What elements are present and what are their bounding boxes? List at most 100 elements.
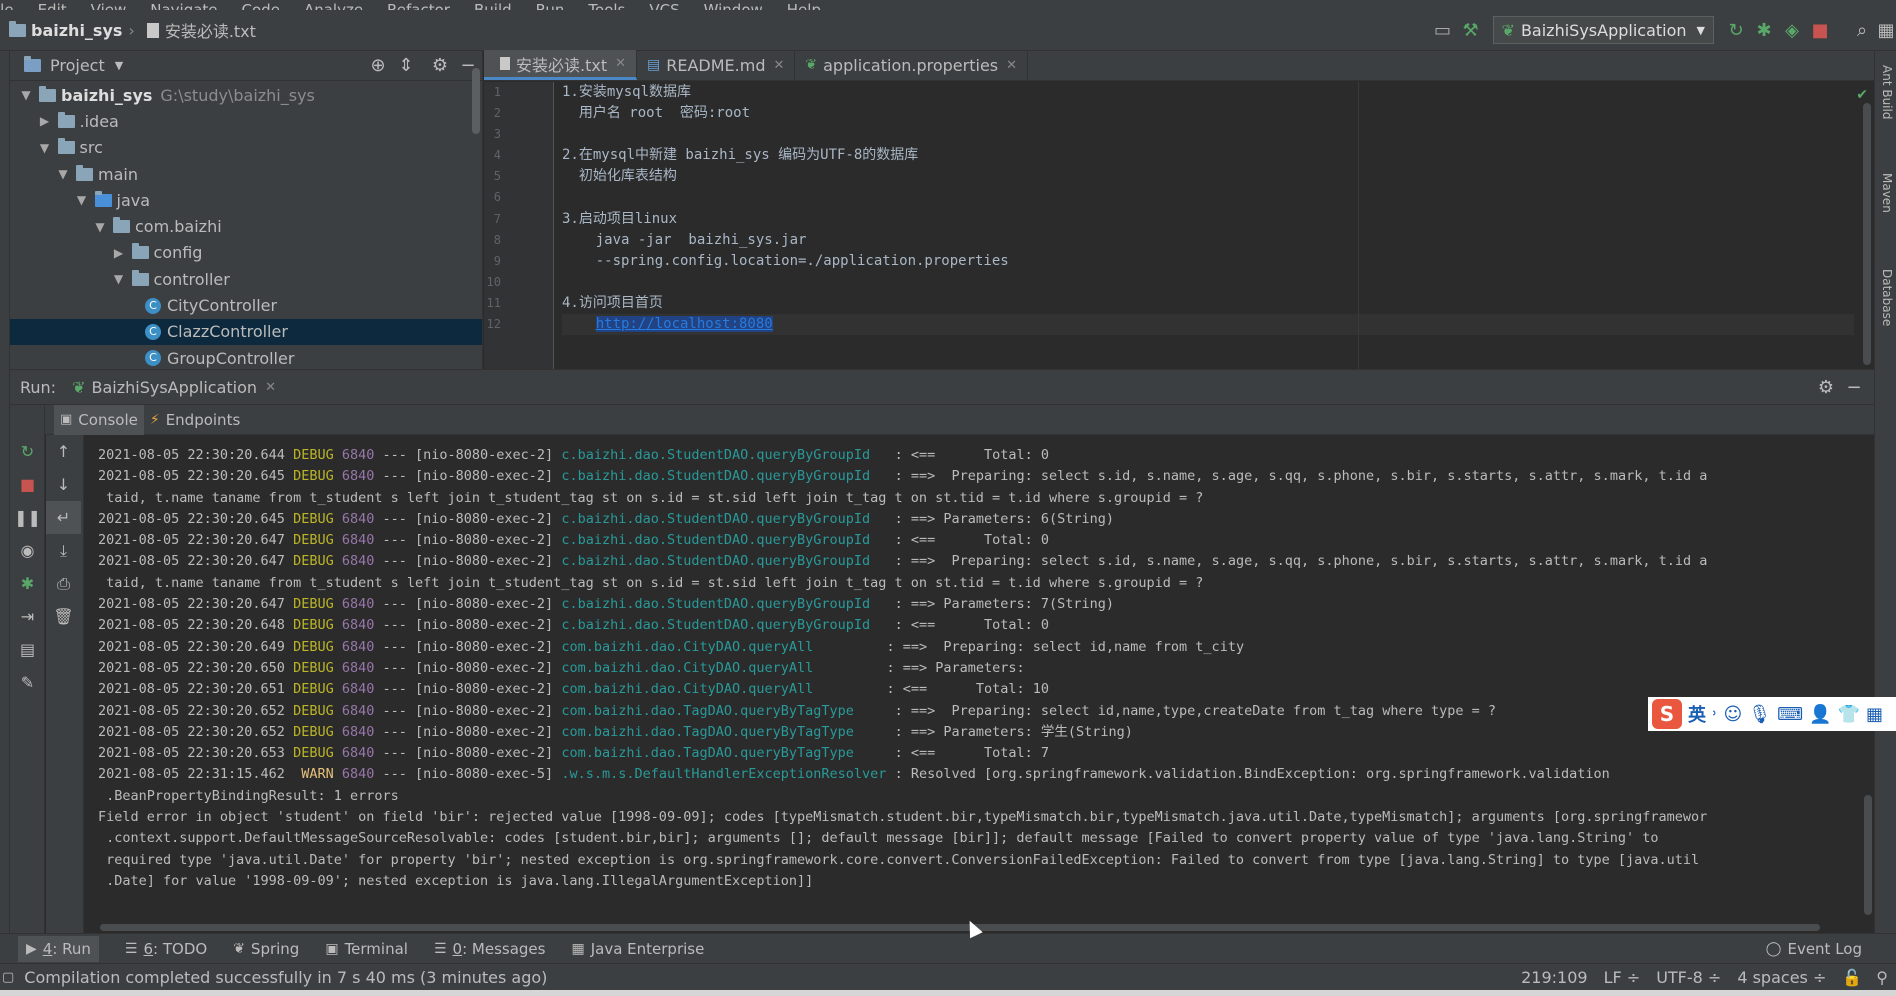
chevron-down-icon[interactable]: ▼ <box>92 220 108 234</box>
database-tool-button[interactable]: Database <box>1880 269 1894 326</box>
emoji-icon[interactable]: ☺ <box>1724 704 1743 725</box>
bottom-tab[interactable]: ☰ 0: Messages <box>434 940 546 958</box>
status-toggle-icon[interactable]: ▢ <box>2 970 14 985</box>
lock-icon[interactable]: 🔓 <box>1842 968 1862 987</box>
user-icon[interactable]: 👤 <box>1809 704 1831 725</box>
console-vertical-scrollbar[interactable] <box>1864 795 1872 915</box>
menu-item[interactable]: Navigate <box>150 1 217 10</box>
code-line[interactable]: 2.在mysql中新建 baizhi_sys 编码为UTF-8的数据库 <box>562 145 1854 166</box>
bottom-tab[interactable]: ☰ 6: TODO <box>125 940 207 958</box>
tree-item[interactable]: ▶ config <box>10 240 482 266</box>
bottom-tab[interactable]: ❦ Spring <box>233 940 299 958</box>
code-line[interactable]: 初始化库表结构 <box>562 166 1854 187</box>
arrow-down-icon[interactable]: ↓ <box>46 468 81 501</box>
menu-item[interactable]: Window <box>704 1 763 10</box>
menu-item[interactable]: Tools <box>588 1 625 10</box>
debug-icon[interactable]: ✱ <box>1750 16 1778 44</box>
punctuation-icon[interactable]: ˒ <box>1712 704 1718 725</box>
chevron-right-icon[interactable]: ▶ <box>37 114 53 128</box>
locate-file-icon[interactable]: ⊕ <box>364 52 392 80</box>
keyboard-icon[interactable]: ⌨ <box>1777 704 1803 725</box>
exit-icon[interactable]: ⇥ <box>10 600 45 633</box>
tab-readme-md[interactable]: ▤ README.md ✕ <box>637 50 796 80</box>
collapse-all-icon[interactable]: ⇕ <box>392 52 420 80</box>
chevron-down-icon[interactable]: ▼ <box>55 167 71 181</box>
code-line[interactable]: 用户名 root 密码:root <box>562 103 1854 124</box>
menu-item[interactable]: Build <box>474 1 512 10</box>
search-icon[interactable]: ⌕ <box>1848 16 1876 44</box>
chevron-down-icon[interactable]: ▼ <box>115 59 123 72</box>
menu-item[interactable]: Help <box>787 1 821 10</box>
menu-item[interactable]: Edit <box>38 1 67 10</box>
menu-item[interactable]: VCS <box>649 1 679 10</box>
chevron-down-icon[interactable]: ▼ <box>18 88 34 102</box>
chevron-down-icon[interactable]: ▼ <box>111 272 127 286</box>
code-area[interactable]: 1.安装mysql数据库 用户名 root 密码:root 2.在mysql中新建… <box>562 82 1854 369</box>
arrow-up-icon[interactable]: ↑ <box>46 435 81 468</box>
breadcrumb-project[interactable]: baizhi_sys <box>31 21 122 40</box>
tree-item[interactable]: ▶ .idea <box>10 108 482 134</box>
ime-logo[interactable]: S <box>1652 699 1682 729</box>
project-panel-title[interactable]: Project <box>50 56 105 75</box>
bottom-tab[interactable]: ▶ 4: Run <box>18 935 99 962</box>
microphone-icon[interactable]: 🎙 <box>1748 704 1771 725</box>
ant-build-tool-button[interactable]: Ant Build <box>1880 65 1894 119</box>
code-line[interactable] <box>562 187 1854 208</box>
code-line[interactable]: 4.访问项目首页 <box>562 293 1854 314</box>
rerun-icon[interactable]: ↻ <box>1722 16 1750 44</box>
maven-tool-button[interactable]: Maven <box>1880 173 1894 213</box>
menu-item[interactable]: Run <box>536 1 565 10</box>
tree-item[interactable]: ▼ src <box>10 135 482 161</box>
tree-scrollbar[interactable] <box>472 68 480 134</box>
event-log-button[interactable]: ◯ Event Log <box>1766 940 1862 958</box>
chevron-right-icon[interactable]: ▶ <box>111 246 127 260</box>
console-output[interactable]: 2021-08-05 22:30:20.644 DEBUG 6840 --- [… <box>85 435 1874 921</box>
gear-icon[interactable]: ⚙ <box>426 52 454 80</box>
code-link[interactable]: http://localhost:8080 <box>595 316 773 333</box>
chevron-down-icon[interactable]: ▼ <box>37 141 53 155</box>
scroll-to-end-icon[interactable]: ⤓ <box>46 534 81 567</box>
minimize-icon[interactable]: − <box>1840 373 1868 401</box>
stop-icon[interactable]: ■ <box>1806 16 1834 44</box>
pin-icon[interactable]: ✎ <box>10 666 45 699</box>
camera-icon[interactable]: ◉ <box>10 534 45 567</box>
tree-item[interactable]: C ClazzController <box>10 318 482 345</box>
print-icon[interactable]: ⎙ <box>46 567 81 600</box>
rerun-icon[interactable]: ↻ <box>10 435 45 468</box>
debug-icon[interactable]: ✱ <box>10 567 45 600</box>
tree-item[interactable]: ▼ controller <box>10 266 482 292</box>
stop-icon[interactable]: ■ <box>10 468 45 501</box>
soft-wrap-icon[interactable]: ↵ <box>46 501 81 534</box>
tree-item[interactable]: C CityController <box>10 292 482 318</box>
close-icon[interactable]: ✕ <box>773 58 784 73</box>
layout-icon[interactable]: ▤ <box>10 633 45 666</box>
skin-icon[interactable]: 👕 <box>1838 704 1860 725</box>
menu-item[interactable]: Refactor <box>387 1 450 10</box>
pause-icon[interactable]: ❚❚ <box>10 501 45 534</box>
bottom-tab[interactable]: ▣ Terminal <box>325 940 408 958</box>
tab-install-readme-txt[interactable]: 安装必读.txt ✕ <box>484 50 638 80</box>
status-message[interactable]: Compilation completed successfully in 7 … <box>24 968 547 987</box>
file-encoding[interactable]: UTF-8 ÷ <box>1656 968 1721 987</box>
code-line[interactable]: java -jar baizhi_sys.jar <box>562 230 1854 251</box>
ide-update-icon[interactable]: ▦ <box>1876 16 1896 44</box>
trash-icon[interactable]: 🗑 <box>46 600 81 633</box>
console-tab[interactable]: ▣ Console <box>54 404 144 435</box>
gear-icon[interactable]: ⚙ <box>1812 373 1840 401</box>
chevron-down-icon[interactable]: ▼ <box>74 193 90 207</box>
ime-mode-label[interactable]: 英 <box>1688 701 1706 727</box>
memory-indicator-icon[interactable]: ⚲ <box>1876 968 1888 987</box>
caret-position[interactable]: 219:109 <box>1521 968 1587 987</box>
menu-item[interactable]: View <box>91 1 127 10</box>
tree-item[interactable]: C GroupController <box>10 345 482 371</box>
code-line[interactable] <box>562 124 1854 145</box>
indent-setting[interactable]: 4 spaces ÷ <box>1737 968 1826 987</box>
ime-toolbar[interactable]: S 英 ˒ ☺ 🎙 ⌨ 👤 👕 ▦ <box>1648 697 1896 731</box>
tree-item[interactable]: ▼ java <box>10 187 482 213</box>
code-line[interactable]: --spring.config.location=./application.p… <box>562 251 1854 272</box>
code-line[interactable]: 3.启动项目linux <box>562 209 1854 230</box>
menu-item[interactable]: ile <box>0 1 14 10</box>
project-structure-icon[interactable]: ▭ <box>1429 16 1457 44</box>
tree-item[interactable]: ▼ baizhi_sys G:\study\baizhi_sys <box>10 82 482 108</box>
code-line[interactable]: 1.安装mysql数据库 <box>562 82 1854 103</box>
